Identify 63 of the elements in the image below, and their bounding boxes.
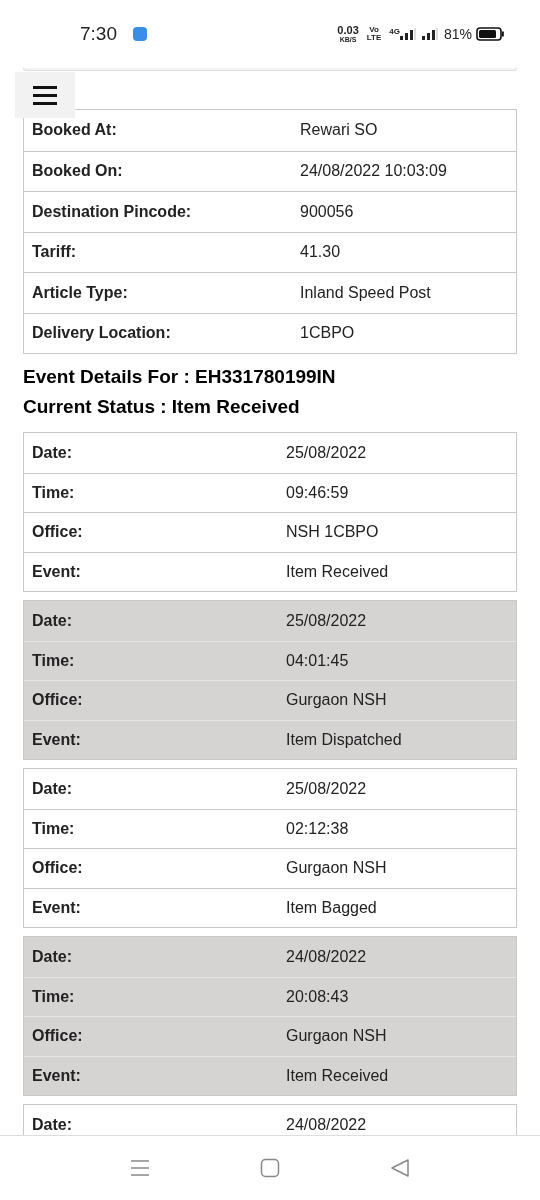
field-value: Rewari SO xyxy=(300,120,378,141)
field-value: 09:46:59 xyxy=(286,482,349,503)
field-value: Inland Speed Post xyxy=(300,282,431,303)
field-label: Booked On: xyxy=(32,161,124,182)
field-value: 24/08/2022 10:03:09 xyxy=(300,161,447,182)
field-value: 1CBPO xyxy=(300,323,355,344)
field-label: Office: xyxy=(32,690,84,711)
field-value: 20:08:43 xyxy=(286,986,349,1007)
volte-label: Vo xyxy=(369,26,379,34)
menu-icon[interactable] xyxy=(130,1159,150,1177)
volte-label: LTE xyxy=(366,34,382,42)
menu-icon xyxy=(33,85,57,105)
field-value: 24/08/2022 xyxy=(286,946,367,967)
field-label: Destination Pincode: xyxy=(32,201,193,222)
field-label: Event: xyxy=(32,1065,82,1086)
network-type: 4G xyxy=(389,26,400,38)
field-value: Item Received xyxy=(286,1065,389,1086)
field-label: Time: xyxy=(32,650,76,671)
field-label: Event: xyxy=(32,729,82,750)
clock-time: 7:30 xyxy=(80,21,117,46)
field-value: 04:01:45 xyxy=(286,650,349,671)
field-label: Delivery Location: xyxy=(32,323,172,344)
signal-icon xyxy=(421,28,438,40)
field-value: Item Received xyxy=(286,561,389,582)
battery-percent: 81% xyxy=(443,24,472,44)
section-heading: Event Details For : EH331780199IN xyxy=(23,365,337,389)
field-label: Date: xyxy=(32,946,73,967)
field-value: 25/08/2022 xyxy=(286,442,367,463)
field-label: Date: xyxy=(32,1114,73,1135)
field-label: Time: xyxy=(32,986,76,1007)
field-value: Gurgaon NSH xyxy=(286,858,387,879)
speed-value: 0.03 xyxy=(337,25,359,36)
field-value: 24/08/2022 xyxy=(286,1114,367,1135)
field-label: Date: xyxy=(32,778,73,799)
field-value: Gurgaon NSH xyxy=(286,1026,387,1047)
field-label: Tariff: xyxy=(32,242,78,263)
field-value: 25/08/2022 xyxy=(286,610,367,631)
field-value: Gurgaon NSH xyxy=(286,690,387,711)
signal-icon xyxy=(399,28,416,40)
back-icon[interactable] xyxy=(390,1158,410,1178)
field-label: Event: xyxy=(32,897,82,918)
field-value: 41.30 xyxy=(300,242,341,263)
field-label: Office: xyxy=(32,858,84,879)
field-value: Item Dispatched xyxy=(286,729,402,750)
field-value: Item Bagged xyxy=(286,897,377,918)
app-icon xyxy=(133,27,147,41)
field-value: 02:12:38 xyxy=(286,818,349,839)
field-label: Article Type: xyxy=(32,282,129,303)
home-icon[interactable] xyxy=(260,1158,280,1178)
field-label: Office: xyxy=(32,1026,84,1047)
field-label: Booked At: xyxy=(32,120,118,141)
field-value: 25/08/2022 xyxy=(286,778,367,799)
menu-button[interactable] xyxy=(15,72,75,118)
field-label: Date: xyxy=(32,610,73,631)
field-label: Date: xyxy=(32,442,73,463)
field-value: 900056 xyxy=(300,201,354,222)
battery-icon xyxy=(476,27,504,41)
field-value: NSH 1CBPO xyxy=(286,522,379,543)
field-label: Time: xyxy=(32,818,76,839)
field-label: Office: xyxy=(32,522,84,543)
section-heading: Current Status : Item Received xyxy=(23,395,301,419)
field-label: Time: xyxy=(32,482,76,503)
field-label: Event: xyxy=(32,561,82,582)
